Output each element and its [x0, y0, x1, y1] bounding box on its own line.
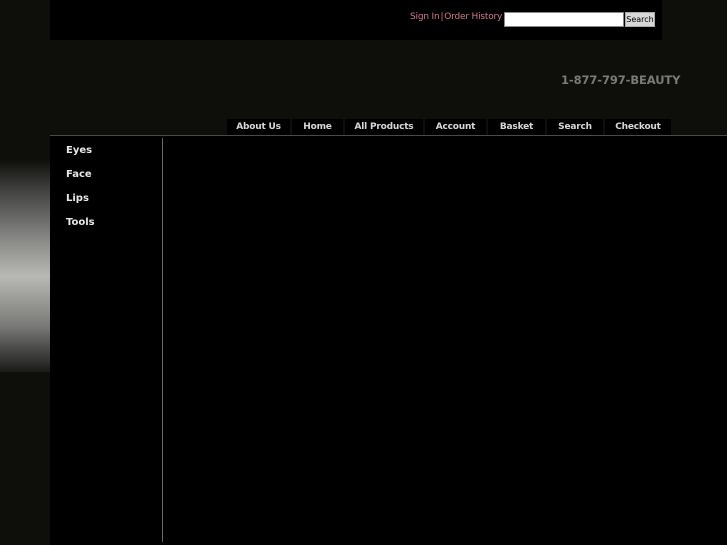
sidebar-item-lips[interactable]: Lips — [66, 192, 95, 216]
sidebar-item-tools[interactable]: Tools — [66, 216, 95, 240]
nav-about-us[interactable]: About Us — [227, 119, 290, 135]
nav-checkout[interactable]: Checkout — [605, 119, 671, 135]
sidebar-item-face[interactable]: Face — [66, 168, 95, 192]
search-button[interactable]: Search — [625, 12, 655, 27]
main-content-area — [50, 136, 662, 545]
nav-home[interactable]: Home — [292, 119, 343, 135]
phone-number: 1-877-797-BEAUTY — [561, 73, 681, 87]
order-history-link[interactable]: Order History — [444, 12, 502, 22]
left-decorative-gradient — [0, 160, 50, 372]
sidebar-item-eyes[interactable]: Eyes — [66, 144, 95, 168]
sign-in-link[interactable]: Sign In — [410, 12, 440, 22]
nav-search[interactable]: Search — [547, 119, 603, 135]
nav-all-products[interactable]: All Products — [345, 119, 423, 135]
nav-account[interactable]: Account — [425, 119, 486, 135]
sidebar-divider — [162, 138, 163, 542]
search-input[interactable] — [504, 12, 624, 27]
account-links: Sign In|Order History — [410, 12, 502, 22]
main-nav: About Us Home All Products Account Baske… — [227, 119, 673, 135]
category-sidebar: Eyes Face Lips Tools — [66, 144, 95, 240]
nav-basket[interactable]: Basket — [488, 119, 545, 135]
content-right-extension — [662, 136, 727, 545]
